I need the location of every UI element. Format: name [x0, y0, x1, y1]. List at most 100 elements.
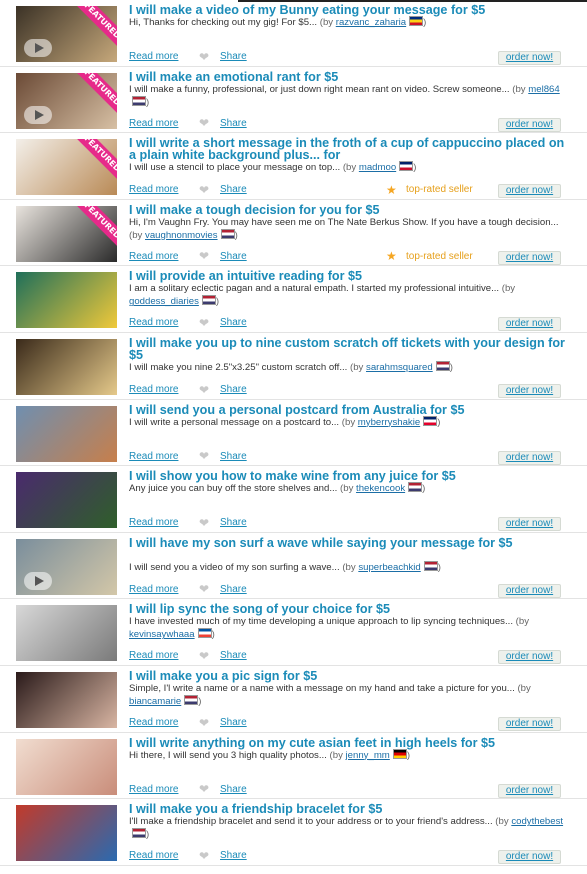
order-now-button[interactable]: order now!	[498, 650, 561, 665]
order-now-button[interactable]: order now!	[498, 583, 561, 598]
read-more-link[interactable]: Read more	[129, 251, 178, 262]
order-now-button[interactable]: order now!	[498, 250, 561, 265]
gig-row: I will write anything on my cute asian f…	[0, 733, 587, 800]
order-now-button[interactable]: order now!	[498, 117, 561, 132]
seller-link[interactable]: madmoo	[359, 162, 396, 173]
share-link[interactable]: Share	[220, 251, 247, 262]
order-now-button[interactable]: order now!	[498, 317, 561, 332]
seller-link[interactable]: jenny_mm	[346, 750, 390, 761]
read-more-link[interactable]: Read more	[129, 650, 178, 661]
order-now-button[interactable]: order now!	[498, 783, 561, 798]
gig-title[interactable]: I will make a tough decision for you for…	[129, 203, 569, 216]
heart-icon[interactable]: ❤	[199, 450, 215, 462]
seller-link[interactable]: goddess_diaries	[129, 296, 199, 307]
gig-title[interactable]: I will write a short message in the frot…	[129, 137, 569, 162]
play-icon[interactable]	[24, 105, 52, 124]
gig-title[interactable]: I will write anything on my cute asian f…	[129, 736, 569, 749]
heart-icon[interactable]: ❤	[199, 517, 215, 529]
heart-icon[interactable]: ❤	[199, 117, 215, 129]
order-now-button[interactable]: order now!	[498, 717, 561, 731]
share-link[interactable]: Share	[220, 517, 247, 528]
gig-description: I will make a funny, professional, or ju…	[129, 83, 569, 109]
seller-link[interactable]: thekencook	[356, 483, 405, 494]
read-more-link[interactable]: Read more	[129, 51, 178, 62]
heart-icon[interactable]: ❤	[199, 184, 215, 196]
order-now-button[interactable]: order now!	[498, 51, 561, 65]
share-link[interactable]: Share	[220, 384, 247, 395]
seller-link[interactable]: codythebest	[511, 816, 563, 827]
heart-icon[interactable]: ❤	[199, 250, 215, 262]
read-more-link[interactable]: Read more	[129, 517, 178, 528]
read-more-link[interactable]: Read more	[129, 784, 178, 795]
heart-icon[interactable]: ❤	[199, 783, 215, 795]
heart-icon[interactable]: ❤	[199, 850, 215, 862]
order-now-button[interactable]: order now!	[498, 384, 561, 398]
heart-icon[interactable]: ❤	[199, 51, 215, 63]
gig-thumbnail[interactable]	[16, 472, 117, 529]
read-more-link[interactable]: Read more	[129, 118, 178, 129]
gig-description: I will write a personal message on a pos…	[129, 415, 569, 429]
share-link[interactable]: Share	[220, 850, 247, 861]
gig-title[interactable]: I will have my son surf a wave while say…	[129, 536, 569, 549]
heart-icon[interactable]: ❤	[199, 384, 215, 396]
top-rated-seller-label: top-rated seller	[406, 250, 473, 262]
gig-title[interactable]: I will make a video of my Bunny eating y…	[129, 4, 569, 17]
gig-title[interactable]: I will make an emotional rant for $5	[129, 70, 569, 83]
order-now-button[interactable]: order now!	[498, 184, 561, 199]
seller-link[interactable]: kevinsaywhaaa	[129, 629, 195, 640]
read-more-link[interactable]: Read more	[129, 451, 178, 462]
share-link[interactable]: Share	[220, 451, 247, 462]
share-link[interactable]: Share	[220, 717, 247, 728]
heart-icon[interactable]: ❤	[199, 317, 215, 329]
play-icon[interactable]	[24, 571, 52, 590]
gig-title[interactable]: I will lip sync the song of your choice …	[129, 603, 569, 616]
gig-title[interactable]: I will make you a pic sign for $5	[129, 670, 569, 683]
heart-icon[interactable]: ❤	[199, 717, 215, 729]
read-more-link[interactable]: Read more	[129, 584, 178, 595]
order-now-button[interactable]: order now!	[498, 850, 561, 865]
gig-thumbnail[interactable]: FEATURED	[16, 205, 117, 262]
gig-title[interactable]: I will provide an intuitive reading for …	[129, 270, 569, 283]
read-more-link[interactable]: Read more	[129, 717, 178, 728]
seller-link[interactable]: sarahmsquared	[366, 362, 433, 373]
gig-thumbnail[interactable]	[16, 605, 117, 662]
share-link[interactable]: Share	[220, 184, 247, 195]
gig-row: I will send you a personal postcard from…	[0, 400, 587, 467]
gig-title[interactable]: I will make you a friendship bracelet fo…	[129, 803, 569, 816]
seller-link[interactable]: superbeachkid	[358, 562, 420, 573]
read-more-link[interactable]: Read more	[129, 317, 178, 328]
gig-thumbnail[interactable]	[16, 538, 117, 595]
gig-thumbnail[interactable]: FEATURED	[16, 72, 117, 129]
gig-thumbnail[interactable]	[16, 272, 117, 329]
share-link[interactable]: Share	[220, 650, 247, 661]
heart-icon[interactable]: ❤	[199, 650, 215, 662]
gig-title[interactable]: I will make you up to nine custom scratc…	[129, 337, 569, 362]
seller-link[interactable]: biancamarie	[129, 696, 181, 707]
seller-link[interactable]: vaughnonmovies	[145, 230, 218, 241]
share-link[interactable]: Share	[220, 51, 247, 62]
gig-thumbnail[interactable]	[16, 805, 117, 862]
play-icon[interactable]	[24, 39, 52, 57]
share-link[interactable]: Share	[220, 118, 247, 129]
gig-thumbnail[interactable]	[16, 405, 117, 462]
read-more-link[interactable]: Read more	[129, 850, 178, 861]
seller-link[interactable]: razvanc_zaharia	[336, 17, 406, 28]
heart-icon[interactable]: ❤	[199, 583, 215, 595]
country-flag-icon	[201, 295, 216, 306]
seller-link[interactable]: mel864	[528, 84, 559, 95]
seller-link[interactable]: myberryshakie	[358, 417, 420, 428]
gig-thumbnail[interactable]: FEATURED	[16, 139, 117, 196]
gig-title[interactable]: I will show you how to make wine from an…	[129, 470, 569, 483]
gig-thumbnail[interactable]	[16, 738, 117, 795]
gig-thumbnail[interactable]	[16, 339, 117, 395]
gig-thumbnail[interactable]	[16, 672, 117, 728]
order-now-button[interactable]: order now!	[498, 450, 561, 465]
read-more-link[interactable]: Read more	[129, 384, 178, 395]
gig-title[interactable]: I will send you a personal postcard from…	[129, 403, 569, 416]
share-link[interactable]: Share	[220, 784, 247, 795]
read-more-link[interactable]: Read more	[129, 184, 178, 195]
order-now-button[interactable]: order now!	[498, 517, 561, 532]
share-link[interactable]: Share	[220, 584, 247, 595]
share-link[interactable]: Share	[220, 317, 247, 328]
gig-thumbnail[interactable]: FEATURED	[16, 6, 117, 62]
